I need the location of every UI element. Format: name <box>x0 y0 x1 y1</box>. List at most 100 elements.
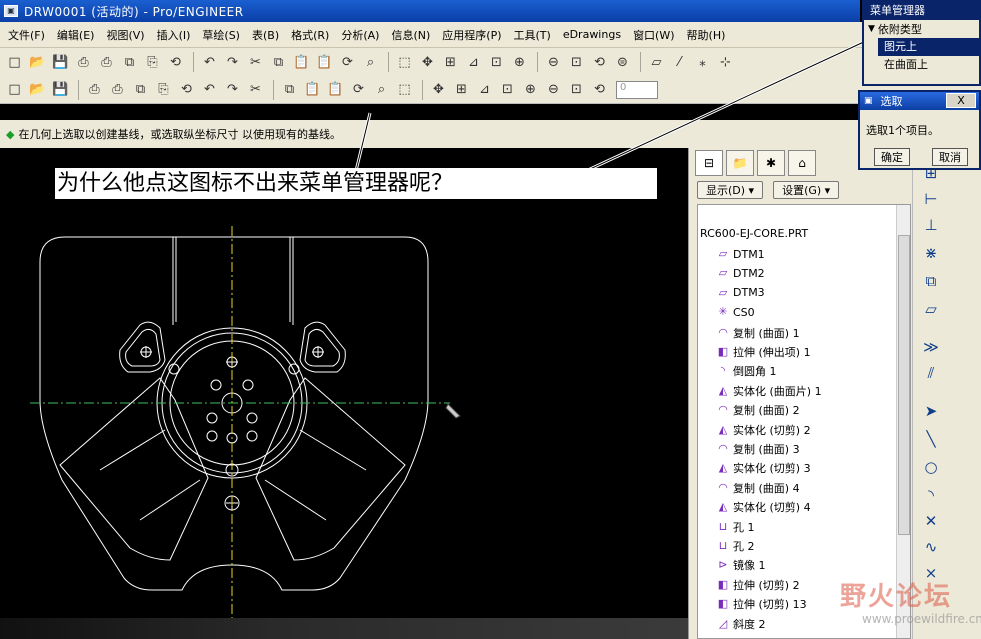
forum-watermark: 野火论坛 www.proewildfire.cn <box>770 572 981 639</box>
extrude-icon: ◧ <box>717 597 729 611</box>
tree-item-label: CS0 <box>733 305 755 319</box>
tree-item[interactable]: ◭ 实体化 (切剪) 3 <box>716 460 811 476</box>
tree-item[interactable]: ✳ CS0 <box>716 305 755 319</box>
tree-item-label: 实体化 (曲面片) 1 <box>733 384 822 398</box>
model-tree-tab[interactable]: ⊟ <box>695 150 723 176</box>
navigator-tabs: ⊟ 📁 ✱ ⌂ <box>695 150 819 176</box>
ordinate-icon[interactable]: ⊥ <box>919 214 943 236</box>
watermark-text: 野火论坛 <box>840 582 953 612</box>
tree-item-label: 实体化 (切剪) 2 <box>733 423 811 437</box>
tree-item[interactable]: ◠ 复制 (曲面) 2 <box>716 402 800 418</box>
tree-item-label: 拉伸 (伸出项) 1 <box>733 346 811 359</box>
mirror-icon: ⊳ <box>718 558 728 572</box>
select-dialog-message: 选取1个项目。 <box>866 124 939 137</box>
menu-item-on-surface[interactable]: 在曲面上 <box>878 56 979 74</box>
line-icon[interactable]: ╲ <box>919 428 943 450</box>
tree-item[interactable]: ◭ 实体化 (切剪) 2 <box>716 422 811 438</box>
taskbar-strip <box>0 618 688 639</box>
tree-item[interactable]: ▱ DTM1 <box>716 247 765 261</box>
tree-item-label: 实体化 (切剪) 3 <box>733 462 811 476</box>
tree-item[interactable]: ◭ 实体化 (切剪) 4 <box>716 499 811 515</box>
datum-plane-icon: ▱ <box>718 285 728 299</box>
favorites-tab[interactable]: ✱ <box>757 150 785 176</box>
settings-button[interactable]: 设置(G) ▾ <box>773 181 840 199</box>
tree-item[interactable]: ⊳ 镜像 1 <box>716 557 766 573</box>
use-edge-icon[interactable]: ≫ <box>919 336 943 358</box>
tree-item[interactable]: ▱ DTM3 <box>716 286 765 300</box>
tree-item-label: 斜度 2 <box>733 617 766 631</box>
menu-item-on-entity[interactable]: 图元上 <box>878 38 979 56</box>
sketch-toolbar: ⊞ ⊢ ⊥ ⋇ ⧉ ▱ ≫ ⫽ ➤ ╲ ○ ◝ ✕ ∿ × <box>912 148 981 639</box>
graphics-window[interactable] <box>0 38 869 639</box>
draft-icon: ◿ <box>718 616 728 630</box>
tree-item[interactable]: ◠ 复制 (曲面) 1 <box>716 325 800 341</box>
extrude-icon: ◧ <box>717 345 729 358</box>
trim-icon[interactable]: ⫽ <box>919 362 943 384</box>
menu-header[interactable]: ▼ 依附类型 <box>864 20 979 38</box>
intersect-icon[interactable]: ⋇ <box>919 242 943 264</box>
plane-icon[interactable]: ▱ <box>919 298 943 320</box>
folder-browser-tab[interactable]: 📁 <box>726 150 754 176</box>
watermark-url: www.proewildfire.cn <box>862 612 981 626</box>
scrollbar-thumb[interactable] <box>898 235 910 535</box>
tree-item-label: 实体化 (切剪) 4 <box>733 501 811 515</box>
tree-item-label: 孔 1 <box>733 520 755 534</box>
ok-button[interactable]: 确定 <box>874 148 910 166</box>
dimension-icon[interactable]: ⊢ <box>919 188 943 210</box>
question-annotation: 为什么他点这图标不出来菜单管理器呢？ <box>55 168 657 199</box>
menu-header-label: 依附类型 <box>877 23 922 36</box>
model-tree-panel: ⊟ 📁 ✱ ⌂ 显示(D) ▾ 设置(G) ▾ RC600-EJ-CORE.PR… <box>688 148 912 639</box>
solidify-icon: ◭ <box>718 383 728 397</box>
hole-icon: ⊔ <box>718 539 728 552</box>
tree-item[interactable]: ◠ 复制 (曲面) 3 <box>716 441 800 457</box>
arc-icon[interactable]: ◝ <box>919 484 943 506</box>
datum-plane-icon: ▱ <box>718 266 728 280</box>
collapse-triangle-icon[interactable]: ▼ <box>868 24 875 34</box>
tree-root[interactable]: RC600-EJ-CORE.PRT <box>700 227 808 240</box>
tree-item[interactable]: ⊔ 孔 2 <box>716 538 755 554</box>
tree-item-label: 镜像 1 <box>733 559 766 573</box>
tree-item-label: DTM2 <box>733 266 765 280</box>
tree-item-label: 倒圆角 1 <box>733 365 777 379</box>
cancel-button[interactable]: 取消 <box>932 148 968 166</box>
tree-item[interactable]: ◭ 实体化 (曲面片) 1 <box>716 383 822 399</box>
circle-icon[interactable]: ○ <box>919 456 943 478</box>
select-arrow-icon[interactable]: ➤ <box>919 400 943 422</box>
copy-surface-icon: ◠ <box>718 480 728 494</box>
solidify-icon: ◭ <box>718 500 728 514</box>
proe-window: ▣ DRW0001 (活动的) - Pro/ENGINEER 文件(F) 编辑(E… <box>0 0 981 639</box>
offset-icon[interactable]: ⧉ <box>919 270 943 292</box>
display-button[interactable]: 显示(D) ▾ <box>697 181 764 199</box>
copy-surface-icon: ◠ <box>718 442 728 455</box>
select-dialog: ▣ 选取 X 选取1个项目。 确定 取消 <box>858 90 981 170</box>
tree-item[interactable]: ▱ DTM2 <box>716 266 765 280</box>
point-icon[interactable]: ✕ <box>919 510 943 532</box>
round-icon: ◝ <box>720 364 726 378</box>
tree-item-label: 复制 (曲面) 4 <box>733 481 800 495</box>
solidify-icon: ◭ <box>718 422 728 436</box>
menu-manager-title: 菜单管理器 <box>864 2 979 20</box>
solidify-icon: ◭ <box>718 461 728 475</box>
tree-item[interactable]: ◠ 复制 (曲面) 4 <box>716 480 800 496</box>
tree-item[interactable]: ◿ 斜度 2 <box>716 616 766 632</box>
tree-item-label: DTM1 <box>733 247 765 261</box>
extrude-icon: ◧ <box>717 577 729 591</box>
connections-tab[interactable]: ⌂ <box>788 150 816 176</box>
csys-icon: ✳ <box>718 305 728 319</box>
tree-item[interactable]: ◝ 倒圆角 1 <box>716 363 777 379</box>
copy-surface-icon: ◠ <box>718 325 728 339</box>
select-dialog-title: 选取 <box>880 95 903 108</box>
tree-item-label: 复制 (曲面) 3 <box>733 443 800 456</box>
close-button[interactable]: X <box>946 93 976 108</box>
tree-item[interactable]: ⊔ 孔 1 <box>716 519 755 535</box>
tree-item-label: 复制 (曲面) 2 <box>733 404 800 418</box>
tree-item-label: 复制 (曲面) 1 <box>733 326 800 340</box>
spline-icon[interactable]: ∿ <box>919 536 943 558</box>
tree-item-label: DTM3 <box>733 286 765 300</box>
tree-item[interactable]: ◧ 拉伸 (伸出项) 1 <box>716 344 811 360</box>
tree-item-label: 孔 2 <box>733 540 755 553</box>
menu-manager: 菜单管理器 ▼ 依附类型 图元上 在曲面上 <box>862 0 981 86</box>
datum-plane-icon: ▱ <box>718 247 728 260</box>
hole-icon: ⊔ <box>718 519 728 533</box>
copy-surface-icon: ◠ <box>718 403 728 417</box>
